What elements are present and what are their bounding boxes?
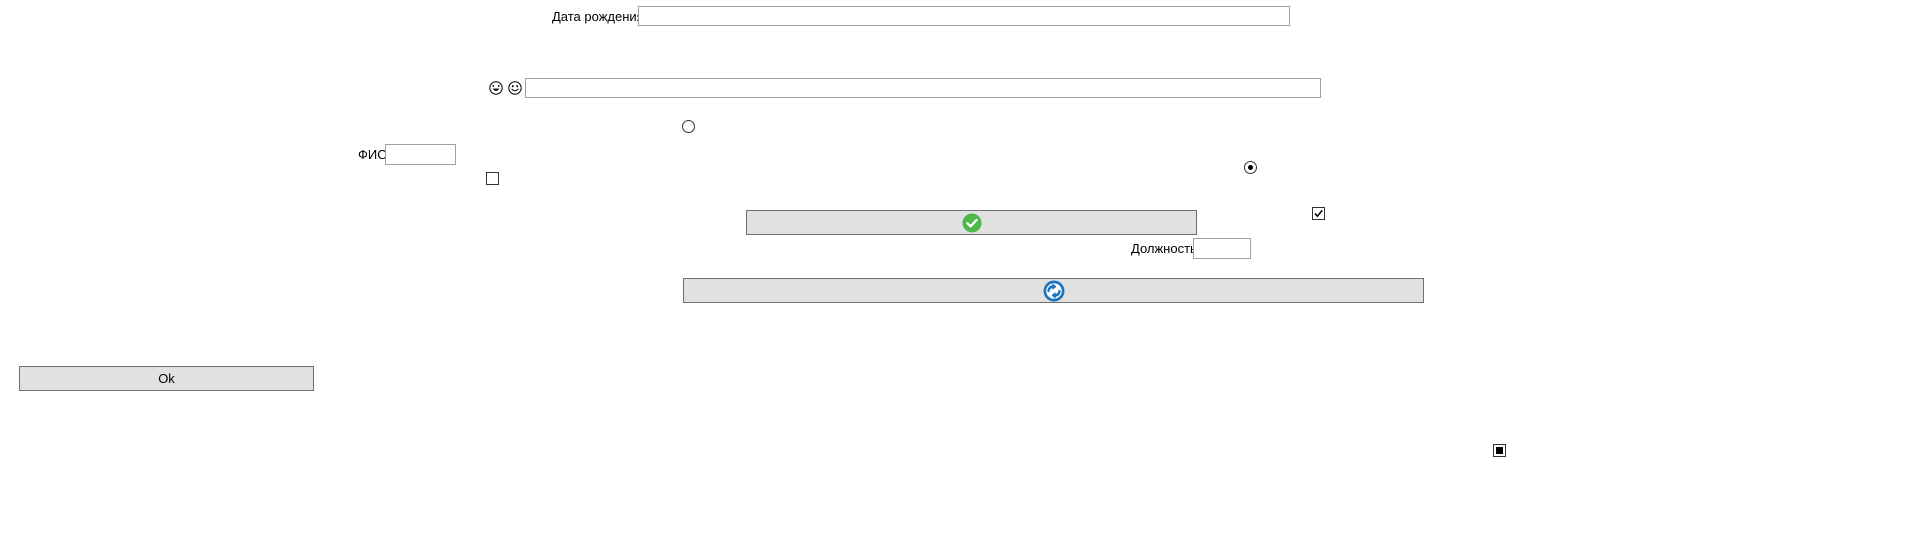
fio-label: ФИО bbox=[358, 147, 388, 162]
confirm-button[interactable] bbox=[746, 210, 1197, 235]
blue-icon-button[interactable] bbox=[683, 278, 1424, 303]
birth-date-input[interactable] bbox=[638, 6, 1290, 26]
laughing-face-icon bbox=[489, 81, 503, 95]
checkmark-icon bbox=[1314, 209, 1323, 218]
radio-button-1[interactable] bbox=[682, 120, 695, 133]
checkbox-1[interactable] bbox=[486, 172, 499, 185]
checkbox-3[interactable] bbox=[1493, 444, 1506, 457]
emoji-text-input[interactable] bbox=[525, 78, 1321, 98]
green-check-icon bbox=[962, 213, 982, 233]
smiling-face-icon bbox=[508, 81, 522, 95]
position-label: Должность bbox=[1131, 241, 1197, 256]
radio-selected-dot bbox=[1248, 165, 1253, 170]
blue-circle-arrow-icon bbox=[1043, 280, 1065, 302]
position-input[interactable] bbox=[1193, 238, 1251, 259]
birth-date-label: Дата рождения bbox=[552, 9, 644, 24]
checkbox-2[interactable] bbox=[1312, 207, 1325, 220]
radio-button-2[interactable] bbox=[1244, 161, 1257, 174]
fio-input[interactable] bbox=[385, 144, 456, 165]
ok-button[interactable]: Ok bbox=[19, 366, 314, 391]
indeterminate-mark bbox=[1496, 447, 1503, 454]
